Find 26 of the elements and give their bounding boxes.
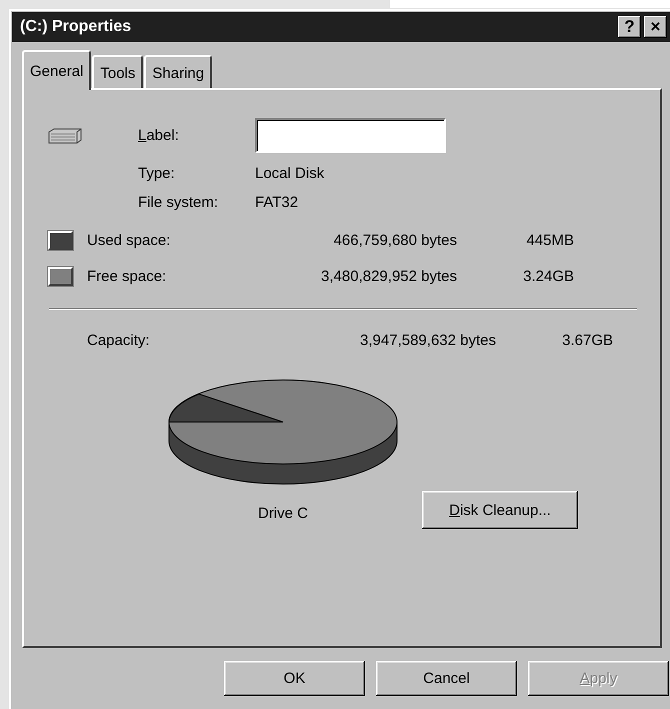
- space-label: Used space:: [87, 232, 172, 249]
- window-title: (C:) Properties: [20, 18, 132, 36]
- capacity-label: Capacity:: [87, 332, 151, 349]
- dialog-button[interactable]: Cancel: [376, 661, 517, 696]
- info-label: File system:: [138, 194, 220, 211]
- info-label: Type:: [138, 165, 176, 182]
- tab[interactable]: Tools: [92, 55, 144, 88]
- info-value: Local Disk: [255, 165, 326, 182]
- info-value: FAT32: [255, 194, 300, 211]
- dialog-button[interactable]: OK: [224, 661, 365, 696]
- tab[interactable]: Sharing: [144, 55, 212, 88]
- hard-drive-icon: [48, 128, 82, 144]
- capacity-bytes: 3,947,589,632 bytes: [359, 332, 496, 349]
- field-label: Label:: [138, 127, 180, 144]
- space-size: 3.24GB: [522, 268, 574, 285]
- label-input-field[interactable]: [255, 118, 446, 153]
- help-button[interactable]: ?: [618, 16, 641, 38]
- close-button[interactable]: ×: [644, 16, 667, 38]
- space-size: 445MB: [525, 232, 574, 249]
- space-bytes: 466,759,680 bytes: [332, 232, 457, 249]
- capacity-size: 3.67GB: [561, 332, 613, 349]
- space-bytes: 3,480,829,952 bytes: [320, 268, 457, 285]
- tab[interactable]: General: [22, 50, 92, 90]
- drive-caption: Drive C: [258, 505, 308, 522]
- disk-cleanup-button[interactable]: Disk Cleanup...: [422, 491, 578, 529]
- space-label: Free space:: [87, 268, 168, 285]
